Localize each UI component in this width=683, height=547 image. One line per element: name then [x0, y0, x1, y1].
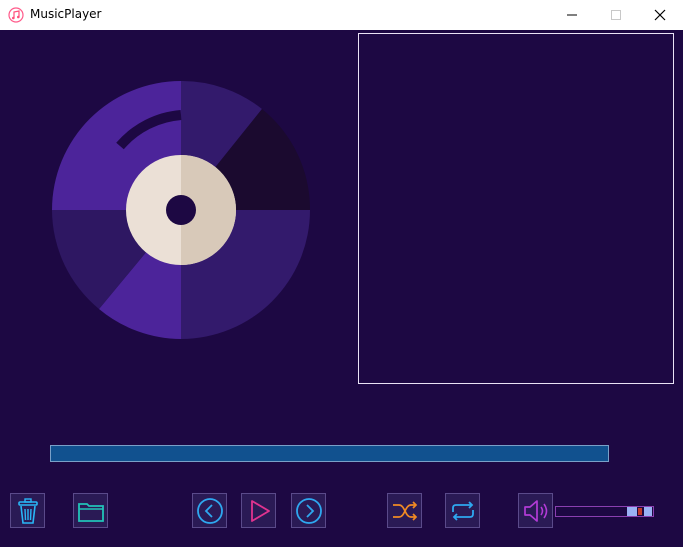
volume-slider-end [644, 507, 652, 516]
maximize-icon [611, 10, 621, 20]
volume-slider-handle[interactable] [627, 507, 637, 516]
player-area [0, 30, 683, 547]
volume-slider-marker [638, 508, 642, 515]
folder-icon [77, 502, 104, 522]
shuffle-icon [392, 500, 417, 521]
shuffle-button[interactable] [387, 493, 422, 528]
window-title: MusicPlayer [30, 7, 102, 21]
playlist-panel[interactable] [358, 33, 674, 384]
play-button[interactable] [241, 493, 276, 528]
repeat-icon [451, 500, 474, 521]
maximize-button[interactable] [593, 0, 639, 30]
play-icon [250, 499, 270, 522]
music-note-icon [8, 7, 24, 23]
chevron-right-circle-icon [295, 497, 322, 524]
repeat-button[interactable] [445, 493, 480, 528]
open-folder-button[interactable] [73, 493, 108, 528]
previous-button[interactable] [192, 493, 227, 528]
close-icon [654, 9, 666, 21]
volume-button[interactable] [518, 493, 553, 528]
next-button[interactable] [291, 493, 326, 528]
close-button[interactable] [637, 0, 683, 30]
trash-icon [17, 497, 38, 524]
progress-bar[interactable] [50, 445, 609, 462]
title-bar: MusicPlayer [0, 0, 683, 30]
delete-button[interactable] [10, 493, 45, 528]
minimize-button[interactable] [549, 0, 595, 30]
chevron-left-circle-icon [196, 497, 223, 524]
speaker-icon [523, 499, 547, 522]
vinyl-disc-artwork [52, 81, 310, 339]
volume-slider[interactable] [555, 506, 654, 517]
minimize-icon [567, 14, 577, 16]
